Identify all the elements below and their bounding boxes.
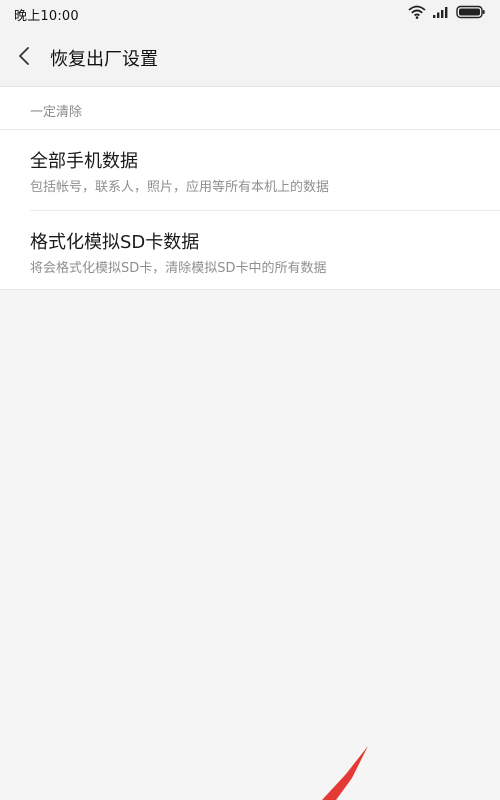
annotation-arrow — [322, 746, 368, 800]
